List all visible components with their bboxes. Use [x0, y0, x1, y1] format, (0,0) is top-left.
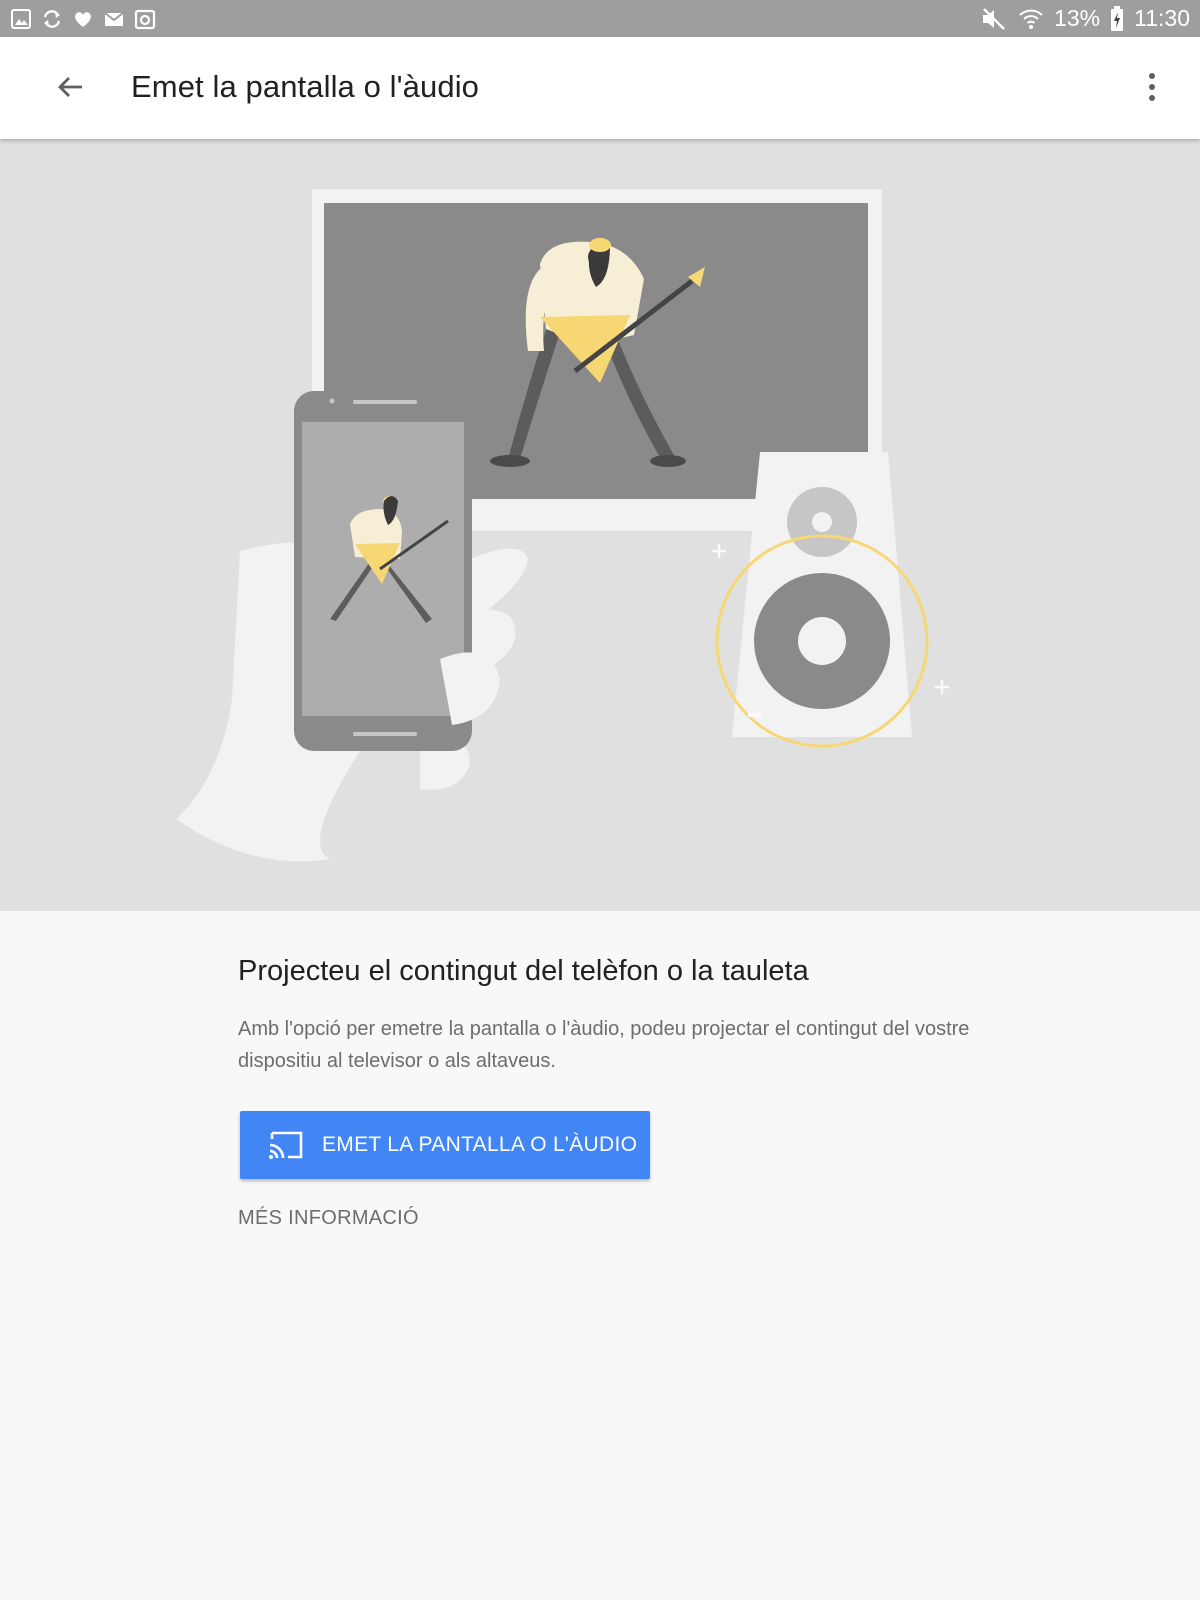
- more-vert-icon: [1149, 73, 1155, 101]
- intro-content: Projecteu el contingut del telèfon o la …: [238, 954, 978, 1229]
- cast-illustration: [176, 189, 949, 862]
- wifi-icon: [1019, 9, 1043, 29]
- phone-illustration: [294, 391, 472, 751]
- hero-banner: [0, 139, 1200, 911]
- mute-icon: [983, 7, 1005, 30]
- system-status: 13% 11:30: [980, 0, 1190, 37]
- more-info-link[interactable]: MÉS INFORMACIÓ: [238, 1207, 419, 1230]
- section-heading: Projecteu el contingut del telèfon o la …: [238, 955, 809, 987]
- back-button[interactable]: [44, 61, 96, 113]
- notification-icons: [10, 8, 156, 30]
- cast-icon: [269, 1131, 303, 1159]
- camera-icon: [134, 9, 156, 30]
- gallery-icon: [11, 9, 31, 29]
- mail-icon: [104, 12, 124, 26]
- cast-screen-button[interactable]: EMET LA PANTALLA O L'ÀUDIO: [240, 1111, 650, 1179]
- overflow-menu-button[interactable]: [1128, 63, 1176, 111]
- arrow-back-icon: [58, 77, 82, 97]
- battery-icon: [1111, 5, 1124, 31]
- sync-icon: [43, 10, 61, 28]
- battery-percent: 13%: [1054, 5, 1101, 31]
- description-text: Amb l'opció per emetre la pantalla o l'à…: [238, 1018, 970, 1072]
- page-title: Emet la pantalla o l'àudio: [131, 69, 480, 104]
- status-bar: 13% 11:30: [0, 0, 1200, 37]
- app-bar: Emet la pantalla o l'àudio: [0, 37, 1200, 139]
- heart-icon: [75, 12, 91, 27]
- clock: 11:30: [1134, 5, 1190, 31]
- cast-button-label: EMET LA PANTALLA O L'ÀUDIO: [322, 1133, 638, 1156]
